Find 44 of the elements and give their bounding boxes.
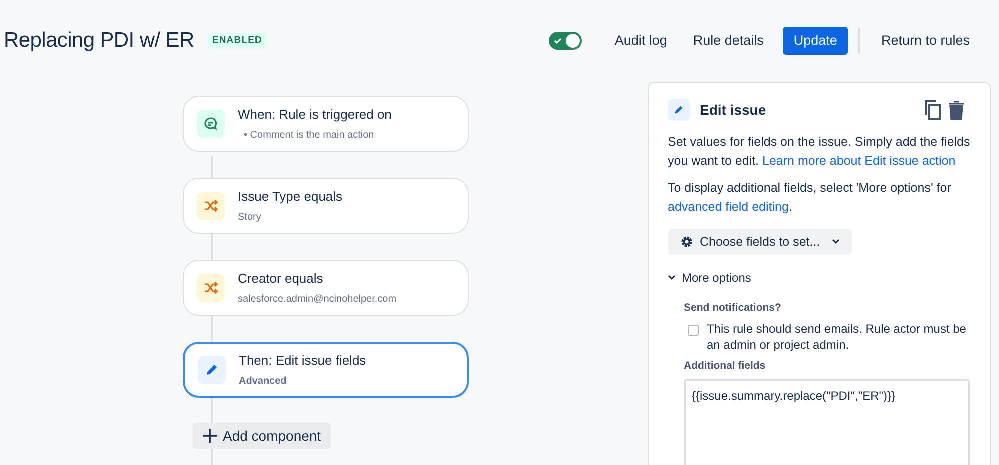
step-title: Creator equals: [238, 270, 324, 288]
chevron-down-icon: [668, 275, 676, 281]
help-link[interactable]: Learn more about Edit issue action: [762, 154, 956, 168]
settings-icon: [680, 235, 694, 249]
shuffle-icon: [203, 198, 219, 214]
checkbox-label: This rule should send emails. Rule actor must be an admin or project admin.: [707, 320, 968, 353]
rule-step-card[interactable]: Creator equals salesforce.admin@ncinohelper.com: [183, 260, 469, 316]
notify-checkbox[interactable]: [688, 324, 699, 336]
check-icon: [552, 36, 563, 46]
pencil-icon: [673, 104, 685, 116]
rule-step-card[interactable]: Issue Type equals Story: [183, 178, 469, 234]
rule-title: Replacing PDI w/ ER: [4, 28, 194, 54]
trash-icon[interactable]: [948, 100, 965, 120]
status-badge: ENABLED: [208, 32, 267, 50]
description-text: Set values for fields on the issue. Simply add the fields you want to edit. Learn more about Edit issue action: [668, 134, 971, 170]
field-label: Additional fields: [684, 358, 767, 374]
copy-icon[interactable]: [924, 100, 942, 120]
plus-icon: [203, 429, 217, 443]
step-detail: Advanced: [239, 374, 288, 389]
comment-icon: [203, 116, 219, 132]
step-detail: • Comment is the main action: [244, 128, 376, 143]
description-text: To display additional fields, select 'More options' for advanced field editing.: [668, 180, 952, 216]
step-title: Then: Edit issue fields: [239, 352, 366, 370]
rule-step-card[interactable]: When: Rule is triggered on • Comment is the main action: [183, 96, 469, 152]
header-button[interactable]: Return to rules: [870, 27, 981, 55]
step-title: Issue Type equals: [238, 188, 343, 206]
header-button[interactable]: Rule details: [682, 27, 775, 55]
pencil-icon: [204, 362, 220, 378]
enable-toggle[interactable]: [548, 32, 582, 50]
field-label: Send notifications?: [684, 301, 782, 316]
more-options-toggle[interactable]: More options: [668, 269, 752, 287]
header-button[interactable]: Audit log: [604, 27, 678, 55]
step-detail: Story: [238, 210, 262, 225]
additional-fields-input[interactable]: {{issue.summary.replace("PDI","ER")}}: [684, 378, 970, 465]
chevron-down-icon: [832, 239, 840, 245]
choose-fields-button[interactable]: Choose fields to set...: [668, 229, 852, 255]
help-link[interactable]: advanced field editing: [668, 200, 789, 214]
shuffle-icon: [203, 280, 219, 296]
update-button[interactable]: Update: [782, 27, 848, 55]
add-component-button[interactable]: Add component: [193, 423, 332, 449]
rule-step-card[interactable]: Then: Edit issue fields Advanced: [183, 342, 469, 398]
step-detail: salesforce.admin@ncinohelper.com: [238, 292, 397, 307]
panel-title: Edit issue: [700, 100, 768, 120]
step-title: When: Rule is triggered on: [238, 106, 392, 124]
